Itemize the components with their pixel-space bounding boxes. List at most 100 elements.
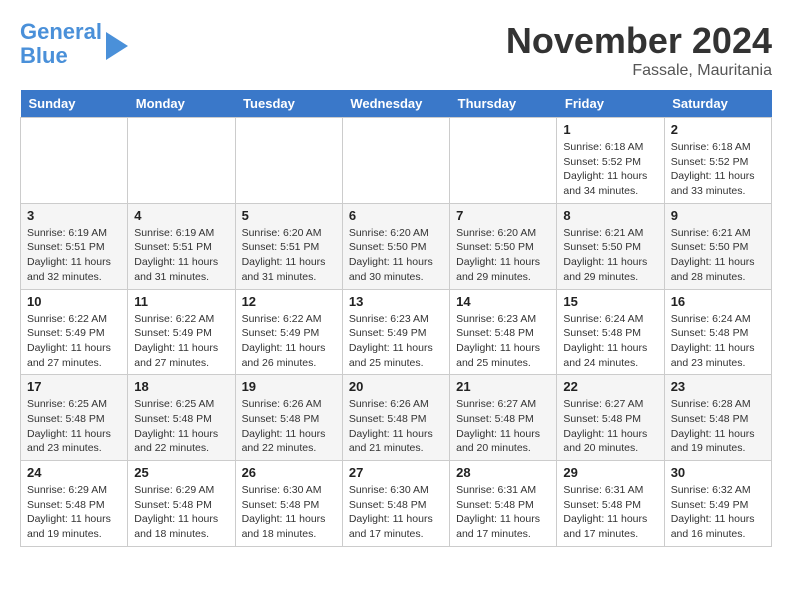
day-number: 28	[456, 465, 550, 480]
logo-arrow-icon	[106, 32, 128, 60]
calendar-cell: 9 Sunrise: 6:21 AMSunset: 5:50 PMDaylight…	[664, 203, 771, 289]
calendar-cell: 30 Sunrise: 6:32 AMSunset: 5:49 PMDayligh…	[664, 461, 771, 547]
day-info: Sunrise: 6:25 AMSunset: 5:48 PMDaylight:…	[134, 397, 228, 456]
weekday-header-saturday: Saturday	[664, 90, 771, 118]
day-info: Sunrise: 6:22 AMSunset: 5:49 PMDaylight:…	[134, 312, 228, 371]
weekday-header-sunday: Sunday	[21, 90, 128, 118]
weekday-header-friday: Friday	[557, 90, 664, 118]
logo-text: GeneralBlue	[20, 20, 102, 68]
day-info: Sunrise: 6:21 AMSunset: 5:50 PMDaylight:…	[671, 226, 765, 285]
calendar-cell: 23 Sunrise: 6:28 AMSunset: 5:48 PMDayligh…	[664, 375, 771, 461]
logo: GeneralBlue	[20, 20, 128, 68]
calendar-cell: 7 Sunrise: 6:20 AMSunset: 5:50 PMDaylight…	[450, 203, 557, 289]
day-info: Sunrise: 6:20 AMSunset: 5:50 PMDaylight:…	[349, 226, 443, 285]
calendar-week-row: 3 Sunrise: 6:19 AMSunset: 5:51 PMDaylight…	[21, 203, 772, 289]
day-number: 27	[349, 465, 443, 480]
day-number: 9	[671, 208, 765, 223]
day-number: 22	[563, 379, 657, 394]
title-block: November 2024 Fassale, Mauritania	[506, 20, 772, 80]
calendar-cell	[21, 118, 128, 204]
day-info: Sunrise: 6:31 AMSunset: 5:48 PMDaylight:…	[563, 483, 657, 542]
day-number: 21	[456, 379, 550, 394]
calendar-cell: 26Sunrise: 6:30 AMSunset: 5:48 PMDayligh…	[235, 461, 342, 547]
day-number: 20	[349, 379, 443, 394]
day-info: Sunrise: 6:29 AMSunset: 5:48 PMDaylight:…	[27, 483, 121, 542]
calendar-cell: 14 Sunrise: 6:23 AMSunset: 5:48 PMDayligh…	[450, 289, 557, 375]
day-info: Sunrise: 6:27 AMSunset: 5:48 PMDaylight:…	[563, 397, 657, 456]
day-info: Sunrise: 6:28 AMSunset: 5:48 PMDaylight:…	[671, 397, 765, 456]
calendar-cell: 13Sunrise: 6:23 AMSunset: 5:49 PMDayligh…	[342, 289, 449, 375]
location: Fassale, Mauritania	[506, 62, 772, 80]
day-number: 16	[671, 294, 765, 309]
day-number: 1	[563, 122, 657, 137]
calendar-cell: 27 Sunrise: 6:30 AMSunset: 5:48 PMDayligh…	[342, 461, 449, 547]
day-info: Sunrise: 6:20 AMSunset: 5:51 PMDaylight:…	[242, 226, 336, 285]
calendar-cell: 5 Sunrise: 6:20 AMSunset: 5:51 PMDaylight…	[235, 203, 342, 289]
day-info: Sunrise: 6:18 AMSunset: 5:52 PMDaylight:…	[563, 140, 657, 199]
day-number: 3	[27, 208, 121, 223]
day-number: 11	[134, 294, 228, 309]
day-number: 12	[242, 294, 336, 309]
calendar-cell: 17 Sunrise: 6:25 AMSunset: 5:48 PMDayligh…	[21, 375, 128, 461]
calendar-cell: 8Sunrise: 6:21 AMSunset: 5:50 PMDaylight…	[557, 203, 664, 289]
day-number: 25	[134, 465, 228, 480]
calendar-cell: 28 Sunrise: 6:31 AMSunset: 5:48 PMDayligh…	[450, 461, 557, 547]
day-info: Sunrise: 6:20 AMSunset: 5:50 PMDaylight:…	[456, 226, 550, 285]
calendar-cell: 16 Sunrise: 6:24 AMSunset: 5:48 PMDayligh…	[664, 289, 771, 375]
day-number: 30	[671, 465, 765, 480]
day-info: Sunrise: 6:26 AMSunset: 5:48 PMDaylight:…	[349, 397, 443, 456]
day-number: 24	[27, 465, 121, 480]
day-info: Sunrise: 6:32 AMSunset: 5:49 PMDaylight:…	[671, 483, 765, 542]
day-number: 19	[242, 379, 336, 394]
calendar-week-row: 1 Sunrise: 6:18 AMSunset: 5:52 PMDaylight…	[21, 118, 772, 204]
day-info: Sunrise: 6:26 AMSunset: 5:48 PMDaylight:…	[242, 397, 336, 456]
calendar-cell: 19 Sunrise: 6:26 AMSunset: 5:48 PMDayligh…	[235, 375, 342, 461]
day-number: 13	[349, 294, 443, 309]
calendar-cell: 6 Sunrise: 6:20 AMSunset: 5:50 PMDaylight…	[342, 203, 449, 289]
day-number: 23	[671, 379, 765, 394]
day-info: Sunrise: 6:24 AMSunset: 5:48 PMDaylight:…	[563, 312, 657, 371]
calendar-cell: 18 Sunrise: 6:25 AMSunset: 5:48 PMDayligh…	[128, 375, 235, 461]
calendar-cell: 22 Sunrise: 6:27 AMSunset: 5:48 PMDayligh…	[557, 375, 664, 461]
day-info: Sunrise: 6:22 AMSunset: 5:49 PMDaylight:…	[27, 312, 121, 371]
day-number: 18	[134, 379, 228, 394]
calendar-header-row: SundayMondayTuesdayWednesdayThursdayFrid…	[21, 90, 772, 118]
day-info: Sunrise: 6:19 AMSunset: 5:51 PMDaylight:…	[134, 226, 228, 285]
day-info: Sunrise: 6:18 AMSunset: 5:52 PMDaylight:…	[671, 140, 765, 199]
day-info: Sunrise: 6:30 AMSunset: 5:48 PMDaylight:…	[349, 483, 443, 542]
day-number: 29	[563, 465, 657, 480]
day-number: 17	[27, 379, 121, 394]
day-number: 10	[27, 294, 121, 309]
day-number: 5	[242, 208, 336, 223]
calendar-cell: 4Sunrise: 6:19 AMSunset: 5:51 PMDaylight…	[128, 203, 235, 289]
day-info: Sunrise: 6:31 AMSunset: 5:48 PMDaylight:…	[456, 483, 550, 542]
calendar-week-row: 10 Sunrise: 6:22 AMSunset: 5:49 PMDayligh…	[21, 289, 772, 375]
calendar-cell: 21Sunrise: 6:27 AMSunset: 5:48 PMDayligh…	[450, 375, 557, 461]
day-info: Sunrise: 6:25 AMSunset: 5:48 PMDaylight:…	[27, 397, 121, 456]
calendar-cell	[342, 118, 449, 204]
calendar-cell	[450, 118, 557, 204]
calendar-cell: 24 Sunrise: 6:29 AMSunset: 5:48 PMDayligh…	[21, 461, 128, 547]
calendar-cell: 10 Sunrise: 6:22 AMSunset: 5:49 PMDayligh…	[21, 289, 128, 375]
day-info: Sunrise: 6:24 AMSunset: 5:48 PMDaylight:…	[671, 312, 765, 371]
day-info: Sunrise: 6:23 AMSunset: 5:48 PMDaylight:…	[456, 312, 550, 371]
day-number: 26	[242, 465, 336, 480]
weekday-header-wednesday: Wednesday	[342, 90, 449, 118]
calendar-cell: 11 Sunrise: 6:22 AMSunset: 5:49 PMDayligh…	[128, 289, 235, 375]
calendar-week-row: 24 Sunrise: 6:29 AMSunset: 5:48 PMDayligh…	[21, 461, 772, 547]
weekday-header-tuesday: Tuesday	[235, 90, 342, 118]
calendar-cell	[235, 118, 342, 204]
calendar-cell: 12 Sunrise: 6:22 AMSunset: 5:49 PMDayligh…	[235, 289, 342, 375]
month-title: November 2024	[506, 20, 772, 62]
day-info: Sunrise: 6:22 AMSunset: 5:49 PMDaylight:…	[242, 312, 336, 371]
calendar-cell: 15Sunrise: 6:24 AMSunset: 5:48 PMDayligh…	[557, 289, 664, 375]
day-number: 14	[456, 294, 550, 309]
weekday-header-thursday: Thursday	[450, 90, 557, 118]
calendar-cell: 25Sunrise: 6:29 AMSunset: 5:48 PMDayligh…	[128, 461, 235, 547]
calendar-table: SundayMondayTuesdayWednesdayThursdayFrid…	[20, 90, 772, 547]
day-number: 6	[349, 208, 443, 223]
calendar-week-row: 17 Sunrise: 6:25 AMSunset: 5:48 PMDayligh…	[21, 375, 772, 461]
calendar-cell: 1 Sunrise: 6:18 AMSunset: 5:52 PMDaylight…	[557, 118, 664, 204]
day-number: 7	[456, 208, 550, 223]
day-number: 8	[563, 208, 657, 223]
